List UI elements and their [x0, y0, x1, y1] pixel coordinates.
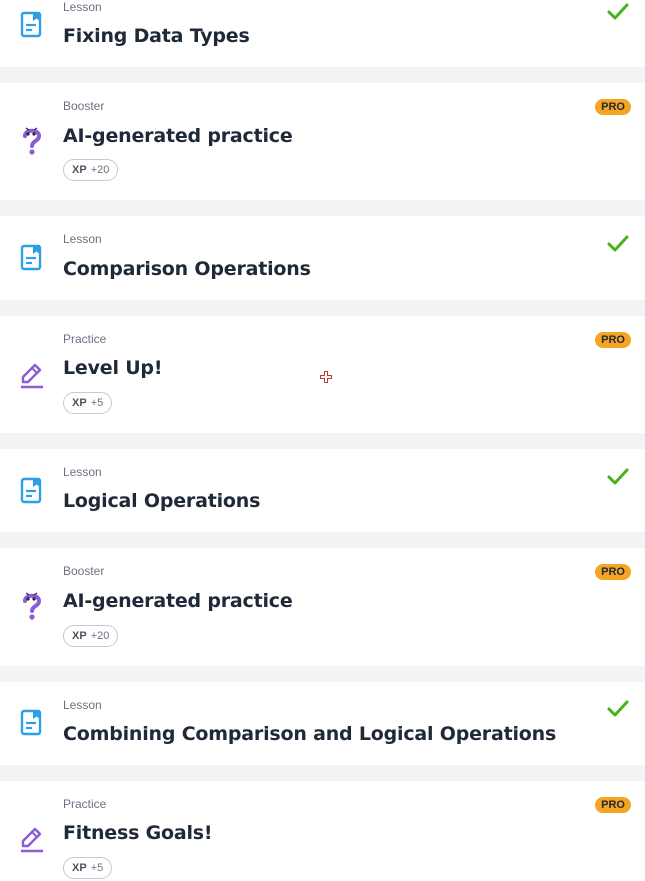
list-item[interactable]: Lesson Logical Operations — [0, 449, 645, 532]
pro-badge: PRO — [595, 564, 631, 580]
pro-badge: PRO — [595, 332, 631, 348]
item-title: Comparison Operations — [63, 258, 311, 280]
question-mark-icon — [23, 127, 42, 155]
pencil-icon — [21, 827, 43, 853]
xp-label: XP — [72, 862, 87, 874]
lesson-icon — [20, 709, 42, 736]
xp-value: +20 — [90, 164, 110, 176]
pro-badge: PRO — [595, 99, 631, 115]
item-type-label: Lesson — [63, 698, 102, 712]
crosshair-cursor-icon — [320, 371, 332, 383]
list-item[interactable]: Lesson Fixing Data Types — [0, 0, 645, 67]
xp-badge: XP +20 — [63, 625, 119, 647]
item-title: Level Up! — [63, 357, 163, 379]
checkmark-icon — [607, 3, 629, 20]
item-title: AI-generated practice — [63, 590, 293, 612]
list-item[interactable]: Booster AI-generated practice XP +20 PRO — [0, 548, 645, 666]
list-item[interactable]: Lesson Combining Comparison and Logical … — [0, 682, 645, 765]
xp-badge: XP +5 — [63, 857, 113, 879]
xp-value: +5 — [90, 862, 104, 874]
item-title: Logical Operations — [63, 490, 261, 512]
item-title: Combining Comparison and Logical Operati… — [63, 723, 557, 745]
pencil-icon — [21, 363, 43, 389]
xp-label: XP — [72, 164, 87, 176]
item-type-label: Lesson — [63, 232, 102, 246]
list-item[interactable]: Practice Fitness Goals! XP +5 PRO — [0, 781, 645, 881]
item-type-label: Booster — [63, 99, 105, 113]
xp-badge: XP +5 — [63, 392, 113, 414]
item-title: AI-generated practice — [63, 125, 293, 147]
list-item[interactable]: Lesson Comparison Operations — [0, 216, 645, 300]
item-type-label: Practice — [63, 332, 107, 346]
lesson-icon — [20, 477, 42, 504]
item-type-label: Booster — [63, 564, 105, 578]
item-type-label: Practice — [63, 797, 107, 811]
lesson-icon — [20, 244, 42, 271]
item-type-label: Lesson — [63, 465, 102, 479]
xp-label: XP — [72, 397, 87, 409]
xp-value: +20 — [90, 630, 110, 642]
item-type-label: Lesson — [63, 0, 102, 14]
item-title: Fitness Goals! — [63, 822, 213, 844]
checkmark-icon — [607, 468, 629, 485]
xp-label: XP — [72, 630, 87, 642]
list-item[interactable]: Booster AI-generated practice XP +20 PRO — [0, 83, 645, 200]
xp-badge: XP +20 — [63, 159, 119, 181]
question-mark-icon — [23, 592, 42, 620]
checkmark-icon — [607, 700, 629, 717]
checkmark-icon — [607, 235, 629, 252]
item-title: Fixing Data Types — [63, 25, 250, 47]
pro-badge: PRO — [595, 797, 631, 813]
lesson-icon — [20, 11, 42, 38]
xp-value: +5 — [90, 397, 104, 409]
